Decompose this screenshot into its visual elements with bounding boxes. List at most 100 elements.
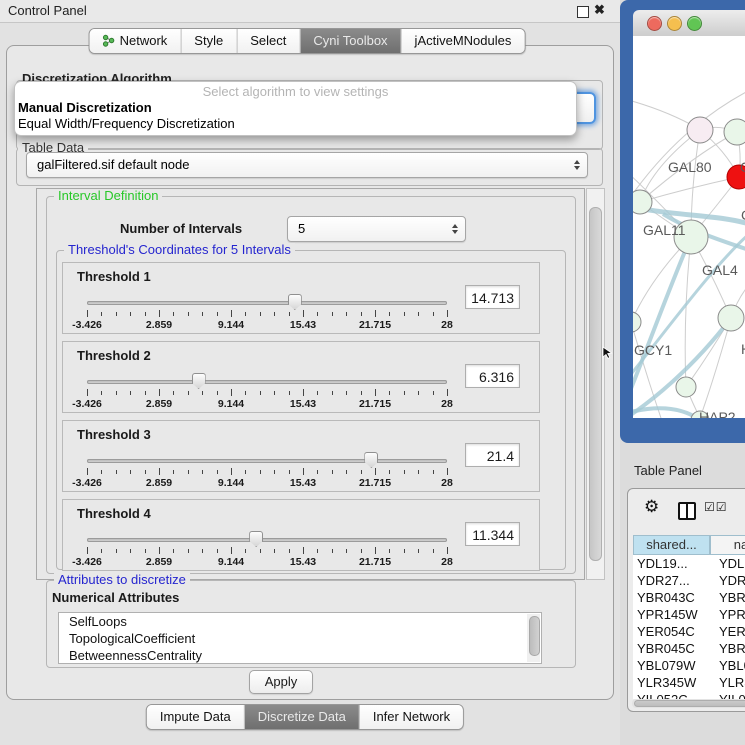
- screenshot-root: Control Panel Network Style Select: [0, 0, 745, 745]
- top-tab[interactable]: Select: [236, 29, 299, 53]
- bottom-tab-label: Infer Network: [373, 709, 450, 724]
- control-panel-titlebar: Control Panel: [0, 0, 620, 23]
- dropdown-option[interactable]: Equal Width/Frequency Discretization: [15, 116, 576, 132]
- split-columns-icon[interactable]: [678, 502, 696, 520]
- svg-text:GAL11: GAL11: [643, 222, 686, 238]
- svg-text:HAP2: HAP2: [699, 409, 736, 418]
- slider-track[interactable]: [87, 380, 447, 384]
- threshold-label: Threshold 4: [77, 506, 151, 521]
- number-of-intervals-spinner[interactable]: 5: [287, 216, 466, 242]
- bottom-tab[interactable]: Discretize Data: [244, 705, 359, 729]
- scrollbar-thumb[interactable]: [589, 207, 602, 561]
- network-window-titlebar: [633, 10, 745, 37]
- bottom-tab[interactable]: Infer Network: [359, 705, 463, 729]
- table-row[interactable]: YIL052C YIL05: [633, 691, 745, 699]
- slider-track[interactable]: [87, 459, 447, 463]
- top-tab-label: Network: [120, 33, 168, 48]
- table-row[interactable]: YBR043C YBR04: [633, 589, 745, 606]
- threshold-list: Threshold 1 -3.4262.8599.14415.4321.7152…: [62, 262, 540, 578]
- attribute-list-item[interactable]: TopologicalCoefficient: [59, 630, 541, 647]
- network-canvas[interactable]: GAL80GACGAL11GAL4GCY1HHAP2: [633, 36, 745, 418]
- cell-shared-name: YPR145W: [633, 606, 710, 623]
- svg-text:GAL80: GAL80: [668, 159, 712, 175]
- numerical-attributes-list[interactable]: SelfLoops TopologicalCoefficient Between…: [58, 612, 542, 664]
- top-tab-label: Select: [250, 33, 286, 48]
- cell-name: YBL07: [710, 657, 745, 674]
- close-icon[interactable]: [594, 2, 608, 18]
- cell-name: YLR34: [710, 674, 745, 691]
- slider-ticks: [87, 310, 447, 319]
- top-tab[interactable]: Cyni Toolbox: [299, 29, 400, 53]
- table-row[interactable]: YDL19... YDL19: [633, 555, 745, 572]
- threshold-coordinates-label: Threshold's Coordinates for 5 Intervals: [64, 243, 295, 257]
- close-traffic-light-icon[interactable]: [647, 16, 662, 31]
- table-row[interactable]: YER054C YER05: [633, 623, 745, 640]
- zoom-traffic-light-icon[interactable]: [687, 16, 702, 31]
- list-scrollbar[interactable]: [527, 614, 540, 662]
- threshold-value-field[interactable]: 21.4: [465, 443, 520, 467]
- combo-arrows-icon: [574, 160, 580, 170]
- slider-track[interactable]: [87, 301, 447, 305]
- top-tab-label: Cyni Toolbox: [313, 33, 387, 48]
- table-data-value: galFiltered.sif default node: [37, 153, 189, 177]
- minimize-traffic-light-icon[interactable]: [667, 16, 682, 31]
- top-tab-label: jActiveMNodules: [415, 33, 512, 48]
- top-tab-bar: Network Style Select Cyni Toolbox: [89, 28, 526, 54]
- slider-ticks: [87, 389, 447, 398]
- table-row[interactable]: YDR27... YDR27: [633, 572, 745, 589]
- spinner-arrows-icon: [452, 224, 458, 234]
- intervals-value: 5: [298, 217, 305, 241]
- dropdown-hint: Select algorithm to view settings: [15, 84, 576, 100]
- table-data-combobox[interactable]: galFiltered.sif default node: [26, 152, 588, 178]
- cell-shared-name: YIL052C: [633, 691, 710, 699]
- threshold-value-field[interactable]: 14.713: [465, 285, 520, 309]
- column-header-shared-name[interactable]: shared...: [633, 535, 710, 555]
- gear-icon[interactable]: [644, 497, 659, 517]
- table-row[interactable]: YBL079W YBL07: [633, 657, 745, 674]
- svg-text:GCY1: GCY1: [634, 342, 672, 358]
- dropdown-option[interactable]: Manual Discretization: [15, 100, 576, 116]
- cell-name: YDL19: [710, 555, 745, 572]
- float-window-icon[interactable]: [577, 6, 589, 18]
- svg-text:C: C: [741, 207, 745, 223]
- top-tab[interactable]: Network: [90, 29, 181, 53]
- slider-track[interactable]: [87, 538, 447, 542]
- table-horizontal-scrollbar[interactable]: [632, 699, 745, 708]
- threshold-value-field[interactable]: 6.316: [465, 364, 520, 388]
- list-scrollbar-thumb[interactable]: [529, 616, 540, 656]
- threshold-label: Threshold 1: [77, 269, 151, 284]
- top-tab[interactable]: Style: [180, 29, 236, 53]
- cell-shared-name: YDL19...: [633, 555, 710, 572]
- slider-tick-labels: -3.4262.8599.14415.4321.71528: [87, 556, 447, 568]
- top-tab[interactable]: jActiveMNodules: [401, 29, 525, 53]
- cell-shared-name: YDR27...: [633, 572, 710, 589]
- table-row[interactable]: YLR345W YLR34: [633, 674, 745, 691]
- threshold-slider[interactable]: -3.4262.8599.14415.4321.71528: [87, 528, 447, 568]
- hscrollbar-thumb[interactable]: [634, 700, 745, 707]
- cell-name: YER05: [710, 623, 745, 640]
- table-row[interactable]: YBR045C YBR04: [633, 640, 745, 657]
- slider-thumb[interactable]: [364, 452, 378, 468]
- attribute-list-item[interactable]: SelfLoops: [59, 613, 541, 630]
- threshold-slider[interactable]: -3.4262.8599.14415.4321.71528: [87, 291, 447, 331]
- vertical-scrollbar[interactable]: [586, 188, 605, 580]
- threshold-value-field[interactable]: 11.344: [465, 522, 520, 546]
- slider-tick-labels: -3.4262.8599.14415.4321.71528: [87, 398, 447, 410]
- threshold-slider[interactable]: -3.4262.8599.14415.4321.71528: [87, 370, 447, 410]
- table-row[interactable]: YPR145W YPR14: [633, 606, 745, 623]
- threshold-row: Threshold 3 -3.4262.8599.14415.4321.7152…: [62, 420, 540, 492]
- slider-thumb[interactable]: [249, 531, 263, 547]
- threshold-slider[interactable]: -3.4262.8599.14415.4321.71528: [87, 449, 447, 489]
- numerical-attributes-label: Numerical Attributes: [52, 590, 179, 605]
- slider-thumb[interactable]: [192, 373, 206, 389]
- apply-button[interactable]: Apply: [249, 670, 313, 694]
- number-of-intervals-label: Number of Intervals: [120, 221, 242, 236]
- bottom-tab[interactable]: Impute Data: [147, 705, 244, 729]
- attribute-list-item[interactable]: BetweennessCentrality: [59, 647, 541, 664]
- column-header-name[interactable]: name: [710, 535, 745, 555]
- slider-thumb[interactable]: [288, 294, 302, 310]
- select-columns-icon[interactable]: [704, 500, 728, 514]
- svg-text:GA: GA: [740, 159, 745, 175]
- bottom-tab-bar: Impute Data Discretize Data Infer Networ…: [146, 704, 464, 730]
- table-panel-title: Table Panel: [634, 463, 702, 478]
